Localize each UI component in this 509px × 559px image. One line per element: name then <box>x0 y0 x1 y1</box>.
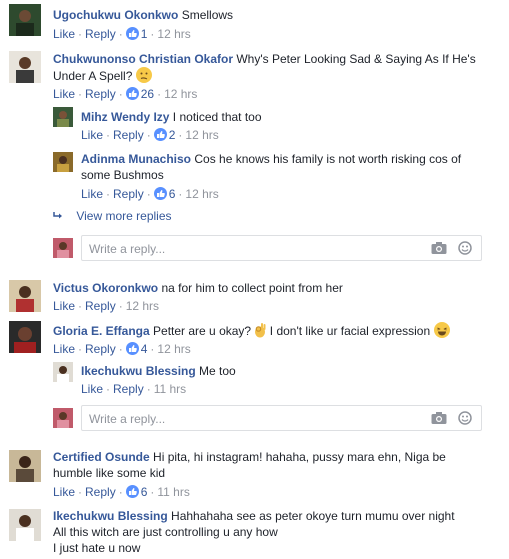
comment-body: Victus Okoronkwo na for him to collect p… <box>53 280 343 296</box>
comment-text: Why's Peter Looking Sad & Saying As If H… <box>236 52 476 66</box>
avatar[interactable] <box>9 280 41 312</box>
reply-actions: Like · Reply · 11 hrs <box>81 382 187 396</box>
timestamp[interactable]: 12 hrs <box>126 299 159 313</box>
like-link[interactable]: Like <box>53 27 75 41</box>
comment-actions: Like · Reply · 1 · 12 hrs <box>53 27 191 41</box>
timestamp[interactable]: 11 hrs <box>154 382 186 396</box>
avatar[interactable] <box>53 152 73 172</box>
reply-link[interactable]: Reply <box>85 342 116 356</box>
reply-text: Cos he knows his family is not worth ris… <box>194 152 462 166</box>
commenter-name[interactable]: Mihz Wendy Izy <box>81 110 169 124</box>
my-avatar <box>53 238 73 258</box>
like-link[interactable]: Like <box>81 382 103 396</box>
laughing-face-emoji <box>433 322 450 338</box>
comment-actions: Like · Reply · 12 hrs <box>53 299 160 313</box>
reply-text: I noticed that too <box>172 110 262 124</box>
like-link[interactable]: Like <box>53 485 75 499</box>
reply-input[interactable]: Write a reply... <box>81 405 482 431</box>
avatar[interactable] <box>53 362 73 382</box>
avatar[interactable] <box>9 321 41 353</box>
like-link[interactable]: Like <box>81 187 103 201</box>
like-link[interactable]: Like <box>53 299 75 313</box>
reply-link[interactable]: Reply <box>113 187 144 201</box>
reply-body: Adinma Munachiso Cos he knows his family… <box>81 151 491 183</box>
comment-text: Under A Spell? <box>53 69 133 83</box>
reply-body: Mihz Wendy Izy I noticed that too <box>81 109 262 125</box>
comment-text: I just hate u now <box>53 541 141 555</box>
timestamp[interactable]: 11 hrs <box>157 485 189 499</box>
my-avatar <box>53 408 73 428</box>
reply-link[interactable]: Reply <box>85 299 116 313</box>
view-more-replies-link[interactable]: View more replies <box>53 208 172 224</box>
reply-actions: Like · Reply · 2 · 12 hrs <box>81 128 219 142</box>
sticker-icon[interactable] <box>458 411 472 428</box>
reply-text: some Bushmos <box>81 168 164 182</box>
avatar[interactable] <box>9 509 41 541</box>
like-link[interactable]: Like <box>53 342 75 356</box>
reply-input-placeholder: Write a reply... <box>89 242 166 256</box>
commenter-name[interactable]: Gloria E. Effanga <box>53 324 150 338</box>
comment-body: Gloria E. Effanga Petter are u okay? I d… <box>53 322 503 339</box>
comment-text: Hi pita, hi instagram! hahaha, pussy mar… <box>153 450 446 464</box>
comment-text: humble like some kid <box>53 466 166 480</box>
reply-text: Me too <box>199 364 236 378</box>
reply-link[interactable]: Reply <box>113 128 144 142</box>
like-reaction-icon[interactable] <box>125 87 139 100</box>
comment-text: Hahhahaha see as peter okoye turn mumu o… <box>171 509 455 523</box>
commenter-name[interactable]: Victus Okoronkwo <box>53 281 158 295</box>
like-count[interactable]: 26 <box>141 87 154 101</box>
comment-text: Smellows <box>181 8 234 22</box>
like-reaction-icon[interactable] <box>125 342 139 355</box>
camera-icon[interactable] <box>431 411 447 428</box>
comment-text: All this witch are just controlling u an… <box>53 525 278 539</box>
comment-actions: Like · Reply · 26 · 12 hrs <box>53 87 198 101</box>
comment-body: Certified Osunde Hi pita, hi instagram! … <box>53 449 493 481</box>
reply-input[interactable]: Write a reply... <box>81 235 482 261</box>
like-reaction-icon[interactable] <box>125 485 139 498</box>
confused-face-emoji <box>135 67 152 83</box>
comment-body: Chukwunonso Christian Okafor Why's Peter… <box>53 51 493 84</box>
reply-link[interactable]: Reply <box>85 485 116 499</box>
like-link[interactable]: Like <box>53 87 75 101</box>
view-more-replies-label: View more replies <box>76 209 172 223</box>
like-reaction-icon[interactable] <box>153 128 167 141</box>
reply-link[interactable]: Reply <box>113 382 144 396</box>
comment-text: Petter are u okay? <box>153 324 252 338</box>
comment-actions: Like · Reply · 4 · 12 hrs <box>53 342 191 356</box>
timestamp[interactable]: 12 hrs <box>157 342 190 356</box>
comment-actions: Like · Reply · 6 · 11 hrs <box>53 485 190 499</box>
comment-body: Ugochukwu Okonkwo Smellows <box>53 7 233 23</box>
like-reaction-icon[interactable] <box>153 187 167 200</box>
commenter-name[interactable]: Adinma Munachiso <box>81 152 191 166</box>
reply-link[interactable]: Reply <box>85 87 116 101</box>
commenter-name[interactable]: Ikechukwu Blessing <box>81 364 196 378</box>
comment-text: I don't like ur facial expression <box>269 324 431 338</box>
commenter-name[interactable]: Ugochukwu Okonkwo <box>53 8 178 22</box>
timestamp[interactable]: 12 hrs <box>164 87 197 101</box>
camera-icon[interactable] <box>431 241 447 258</box>
timestamp[interactable]: 12 hrs <box>185 187 218 201</box>
commenter-name[interactable]: Ikechukwu Blessing <box>53 509 168 523</box>
timestamp[interactable]: 12 hrs <box>157 27 190 41</box>
comment-body: Ikechukwu Blessing Hahhahaha see as pete… <box>53 508 493 556</box>
timestamp[interactable]: 12 hrs <box>185 128 218 142</box>
ok-hand-emoji <box>254 322 266 338</box>
commenter-name[interactable]: Certified Osunde <box>53 450 150 464</box>
avatar[interactable] <box>9 450 41 482</box>
reply-body: Ikechukwu Blessing Me too <box>81 363 236 379</box>
avatar[interactable] <box>53 107 73 127</box>
comment-text: na for him to collect point from her <box>161 281 343 295</box>
like-link[interactable]: Like <box>81 128 103 142</box>
like-reaction-icon[interactable] <box>125 27 139 40</box>
reply-actions: Like · Reply · 6 · 12 hrs <box>81 187 219 201</box>
reply-arrow-icon <box>53 208 67 224</box>
commenter-name[interactable]: Chukwunonso Christian Okafor <box>53 52 233 66</box>
reply-link[interactable]: Reply <box>85 27 116 41</box>
reply-input-placeholder: Write a reply... <box>89 412 166 426</box>
sticker-icon[interactable] <box>458 241 472 258</box>
avatar[interactable] <box>9 51 41 83</box>
avatar[interactable] <box>9 4 41 36</box>
